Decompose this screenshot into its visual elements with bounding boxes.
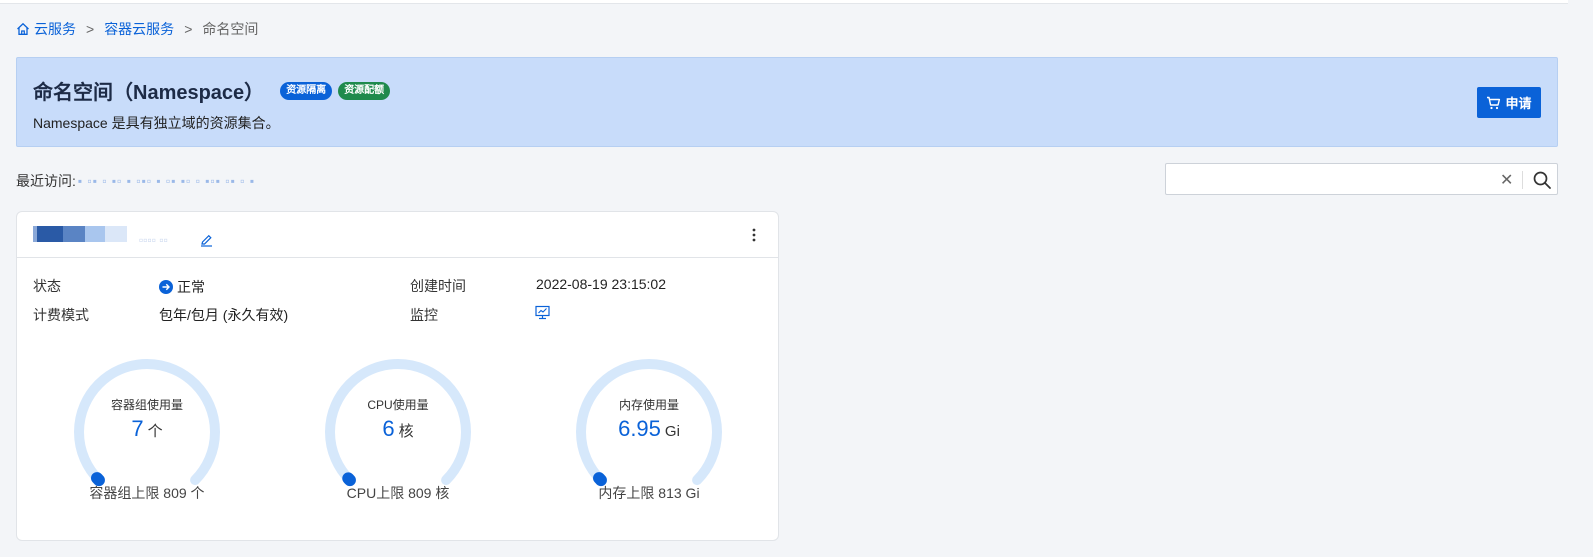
page-title: 命名空间（Namespace） bbox=[33, 82, 265, 104]
gauge-memory-value: 6.95 bbox=[618, 416, 661, 441]
apply-button-label: 申请 bbox=[1505, 96, 1532, 111]
recent-visit-link[interactable]: ▪ ▫▪ ▫ ▪▫ ▪ ▫▪▫ ▪ ▫▪ ▪▫ ▫ ▪▫▪ ▫▪ ▫ ▪ bbox=[78, 174, 255, 188]
badge-resource-quota: 资源配额 bbox=[338, 81, 391, 100]
gauge-fill bbox=[593, 472, 607, 487]
namespace-name-fragment: ▫▫▫▫ ▫▫ bbox=[139, 233, 168, 247]
breadcrumb: 云服务 > 容器云服务 > 命名空间 bbox=[16, 20, 258, 38]
gauge-memory: 内存使用量 6.95 Gi 内存上限 813 Gi bbox=[569, 352, 729, 512]
gauge-cpu-value: 6 bbox=[382, 416, 395, 441]
gauge-cpu-limit: CPU上限 809 核 bbox=[346, 485, 450, 501]
more-options-icon[interactable] bbox=[750, 226, 758, 244]
gauge-pods-limit: 容器组上限 809 个 bbox=[89, 485, 205, 501]
monitor-label: 监控 bbox=[410, 307, 438, 323]
search-icon[interactable] bbox=[1532, 170, 1552, 190]
gauge-memory-value-row: 6.95 Gi bbox=[569, 416, 729, 442]
billing-mode-value: 包年/包月 (永久有效) bbox=[159, 307, 289, 323]
billing-mode-label: 计费模式 bbox=[33, 307, 89, 323]
gauge-cpu-value-row: 6核 bbox=[318, 416, 478, 442]
home-icon bbox=[17, 22, 29, 35]
breadcrumb-separator: > bbox=[184, 21, 193, 37]
breadcrumb-container-cloud-link[interactable]: 容器云服务 bbox=[104, 19, 174, 39]
namespace-banner: 命名空间（Namespace） 资源隔离 资源配额 Namespace 是具有独… bbox=[16, 57, 1558, 147]
gauge-memory-unit: Gi bbox=[664, 423, 680, 440]
created-time-label: 创建时间 bbox=[410, 278, 466, 294]
recent-visits-label: 最近访问: bbox=[16, 173, 76, 189]
page-description: Namespace 是具有独立域的资源集合。 bbox=[33, 115, 280, 131]
breadcrumb-current: 命名空间 bbox=[202, 21, 259, 37]
status-label: 状态 bbox=[33, 278, 61, 294]
search-box: ✕ bbox=[1165, 163, 1558, 195]
edit-icon[interactable] bbox=[200, 234, 213, 247]
gauge-pods-value: 7 bbox=[131, 416, 144, 441]
created-time-value: 2022-08-19 23:15:02 bbox=[536, 276, 666, 292]
search-input[interactable] bbox=[1176, 170, 1486, 188]
breadcrumb-separator: > bbox=[86, 21, 95, 37]
page-title-row: 命名空间（Namespace） 资源隔离 资源配额 bbox=[33, 76, 391, 105]
gauge-memory-title: 内存使用量 bbox=[618, 398, 679, 412]
clear-icon[interactable]: ✕ bbox=[1500, 170, 1513, 190]
status-ok-icon bbox=[159, 280, 173, 294]
gauge-pods-value-row: 7个 bbox=[67, 416, 227, 442]
breadcrumb-home-label: 云服务 bbox=[34, 21, 76, 37]
monitor-icon[interactable] bbox=[535, 305, 550, 320]
breadcrumb-home-link[interactable]: 云服务 bbox=[16, 19, 76, 39]
card-header: ▫▫▫▫ ▫▫ bbox=[17, 212, 778, 258]
gauge-fill bbox=[342, 472, 356, 487]
gauge-pods-unit: 个 bbox=[147, 423, 163, 440]
search-divider bbox=[1522, 171, 1523, 189]
gauge-pods: 容器组使用量 7个 容器组上限 809 个 bbox=[67, 352, 227, 512]
gauge-pods-title: 容器组使用量 bbox=[110, 398, 183, 412]
gauge-cpu-title: CPU使用量 bbox=[367, 398, 429, 412]
recent-visits: 最近访问: ▪ ▫▪ ▫ ▪▫ ▪ ▫▪▫ ▪ ▫▪ ▪▫ ▫ ▪▫▪ ▫▪ ▫… bbox=[16, 171, 255, 191]
top-bar bbox=[0, 0, 1568, 4]
cart-icon bbox=[1487, 96, 1501, 109]
status-value-row: 正常 bbox=[159, 277, 205, 297]
namespace-card: ▫▫▫▫ ▫▫ 状态 正常 创建时间 2022-08-19 23:15:02 计… bbox=[16, 211, 779, 541]
gauge-cpu: CPU使用量 6核 CPU上限 809 核 bbox=[318, 352, 478, 512]
apply-button[interactable]: 申请 bbox=[1477, 87, 1541, 118]
gauge-memory-limit: 内存上限 813 Gi bbox=[598, 485, 700, 501]
gauge-cpu-unit: 核 bbox=[398, 423, 414, 440]
namespace-name[interactable] bbox=[33, 226, 127, 244]
gauge-fill bbox=[91, 472, 105, 487]
badge-resource-isolation: 资源隔离 bbox=[280, 81, 333, 100]
status-value: 正常 bbox=[177, 279, 205, 295]
